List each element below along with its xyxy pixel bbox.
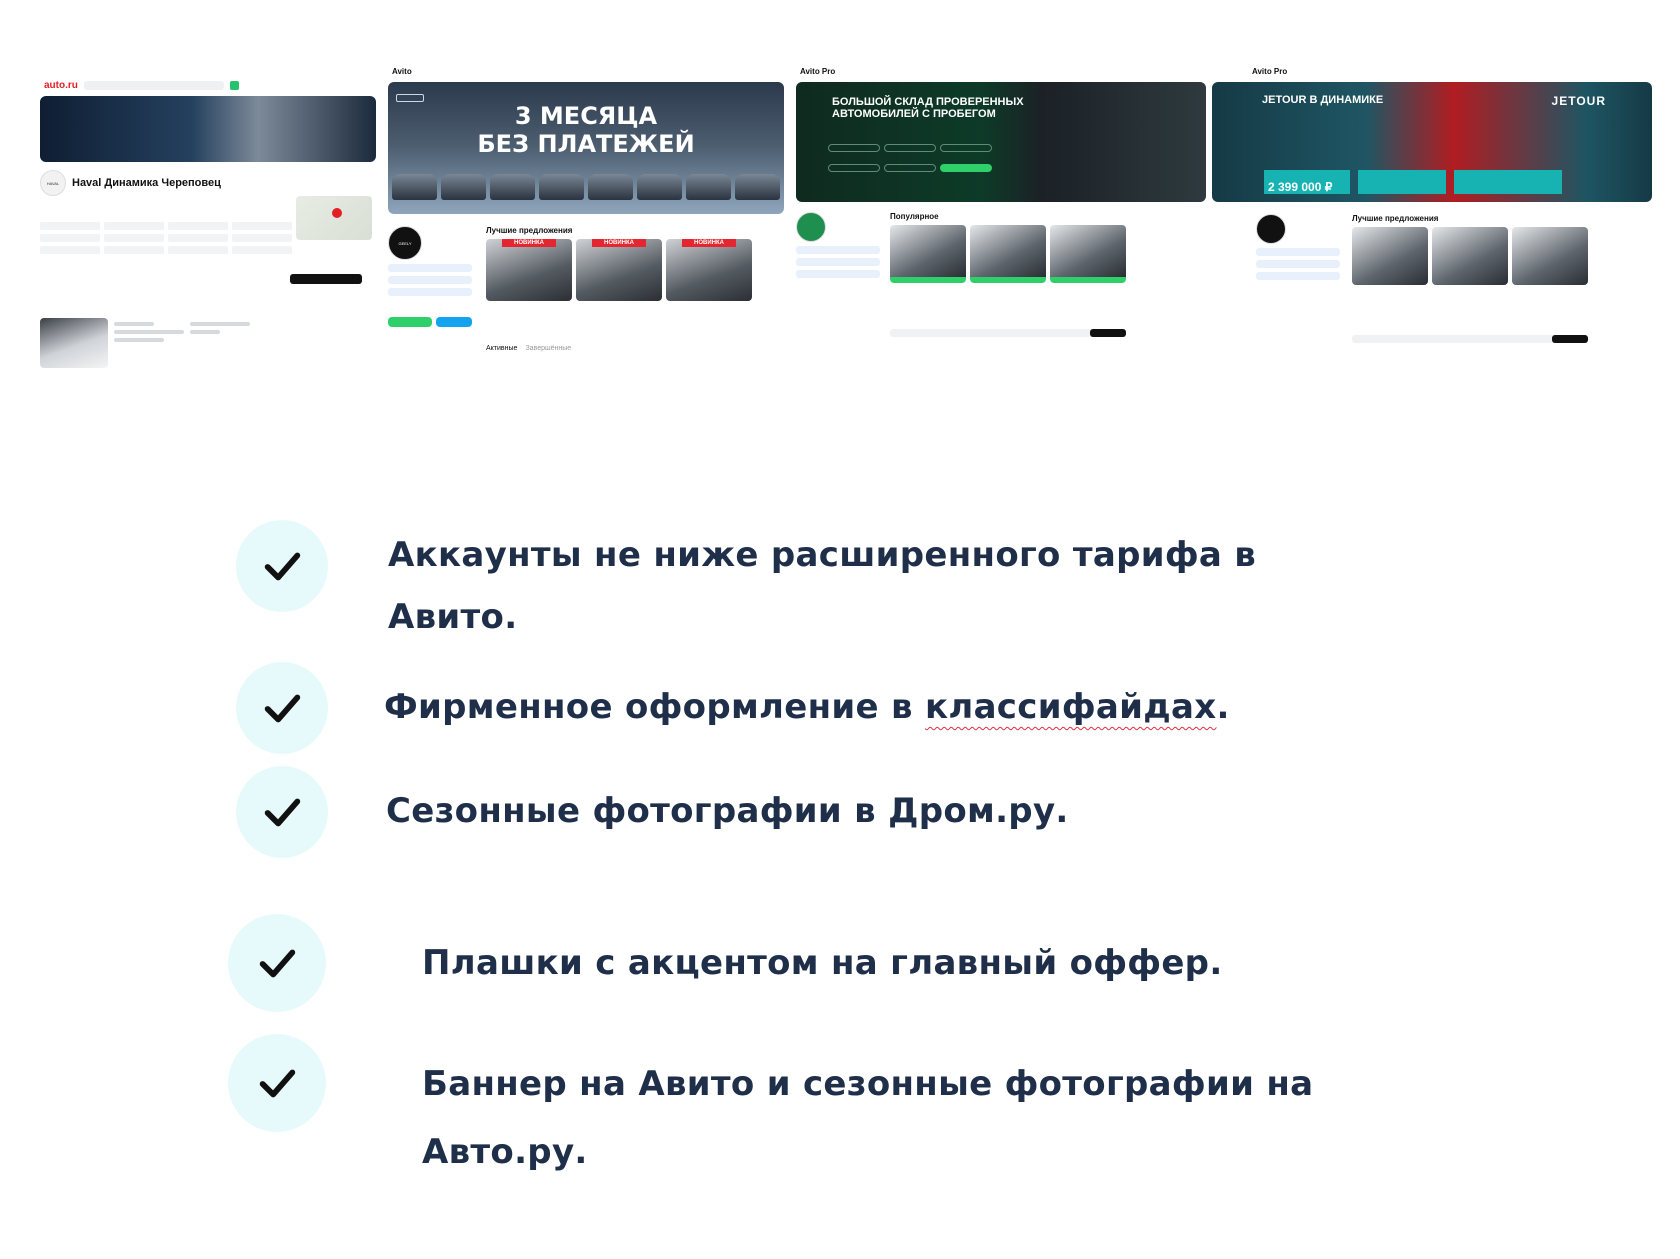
offer-card: НОВИНКА xyxy=(666,239,752,301)
avito-pro-logo-2: Avito Pro xyxy=(1252,66,1288,76)
jetour-brand: JETOUR xyxy=(1551,94,1606,108)
used-banner-title: БОЛЬШОЙ СКЛАД ПРОВЕРЕННЫХ АВТОМОБИЛЕЙ С … xyxy=(832,96,1024,120)
autoru-dealer-name: Haval Динамика Череповец xyxy=(72,177,221,189)
checklist-item-2-tail: . xyxy=(1216,687,1230,727)
jetour-price-tag: 2 399 000 ₽ xyxy=(1264,170,1350,194)
avito-call-button xyxy=(436,317,472,327)
offer-card: НОВИНКА xyxy=(576,239,662,301)
checklist-item-5-line2: Авто.ру. xyxy=(422,1132,588,1172)
autoru-topbar: auto.ru xyxy=(40,78,376,92)
geely-cars-lineup xyxy=(392,174,780,200)
checkmark-icon xyxy=(236,766,328,858)
jetour-banner-title: JETOUR В ДИНАМИКЕ xyxy=(1262,94,1384,106)
used-cars-banner: БОЛЬШОЙ СКЛАД ПРОВЕРЕННЫХ АВТОМОБИЛЕЙ С … xyxy=(796,82,1206,202)
tab-active: Активные xyxy=(486,345,518,352)
geely-banner-line1: 3 МЕСЯЦА xyxy=(514,102,658,130)
autoru-logo: auto.ru xyxy=(44,79,78,91)
geely-banner-line2: БЕЗ ПЛАТЕЖЕЙ xyxy=(477,130,695,158)
autoru-green-icon xyxy=(229,80,239,90)
used-search-strip xyxy=(890,329,1126,337)
screenshot-avito-pro-used: Avito Pro БОЛЬШОЙ СКЛАД ПРОВЕРЕННЫХ АВТО… xyxy=(796,64,1206,414)
geely-best-offers-title: Лучшие предложения xyxy=(486,226,573,235)
screenshot-avito-pro-jetour: Avito Pro JETOUR В ДИНАМИКЕ JETOUR 2 399… xyxy=(1212,64,1652,414)
jetour-dealer-avatar xyxy=(1256,214,1286,244)
autoru-map xyxy=(296,196,372,240)
geely-tabs: Активные Завершённые xyxy=(486,345,752,352)
avito-geely-banner: 3 МЕСЯЦА БЕЗ ПЛАТЕЖЕЙ xyxy=(388,82,784,214)
tab-done: Завершённые xyxy=(525,345,572,352)
checklist-item-1-line1: Аккаунты не ниже расширенного тарифа в xyxy=(388,535,1257,575)
checkmark-icon xyxy=(236,662,328,754)
checklist-item-4-text: Плашки с акцентом на главный оффер. xyxy=(422,943,1223,983)
checklist-item-1: Аккаунты не ниже расширенного тарифа в А… xyxy=(0,520,1680,637)
checkmark-icon xyxy=(236,520,328,612)
checkmark-icon xyxy=(228,914,326,1012)
checklist-item-4: Плашки с акцентом на главный оффер. xyxy=(0,914,1680,1014)
avito-write-button xyxy=(388,317,432,327)
geely-offers: НОВИНКА НОВИНКА НОВИНКА xyxy=(486,239,752,301)
avito-pro-logo: Avito Pro xyxy=(800,66,836,76)
used-popular-title: Популярное xyxy=(890,212,939,221)
autoru-dealer-avatar: HAVAL xyxy=(40,170,66,196)
jetour-banner: JETOUR В ДИНАМИКЕ JETOUR 2 399 000 ₽ xyxy=(1212,82,1652,202)
autoru-listing xyxy=(40,318,250,368)
screenshot-avito-geely: Avito 3 МЕСЯЦА БЕЗ ПЛАТЕЖЕЙ GEELY Лучшие… xyxy=(388,64,784,404)
jetour-search-strip xyxy=(1352,335,1588,343)
autoru-search xyxy=(83,80,224,90)
checkmark-icon xyxy=(228,1034,326,1132)
used-dealer-avatar xyxy=(796,212,826,242)
screenshot-autoru: auto.ru HAVAL Haval Динамика Череповец xyxy=(40,78,376,404)
checklist-item-2: Фирменное оформление в классифайдах. xyxy=(0,662,1680,762)
checklist-item-1-line2: Авито. xyxy=(388,597,518,637)
autoru-show-button xyxy=(290,274,362,284)
autoru-hero-image xyxy=(40,96,376,162)
autoru-car-photo xyxy=(40,318,108,368)
checklist-item-5: Баннер на Авито и сезонные фотографии на… xyxy=(0,1034,1680,1174)
map-pin-icon xyxy=(332,208,342,218)
avito-logo: Avito xyxy=(392,66,412,76)
checklist-item-2-text: Фирменное оформление в xyxy=(384,687,925,727)
checklist-item-3: Сезонные фотографии в Дром.ру. xyxy=(0,766,1680,866)
checklist-item-3-text: Сезонные фотографии в Дром.ру. xyxy=(386,791,1069,831)
geely-dealer-avatar: GEELY xyxy=(388,226,422,260)
autoru-dealer-row: HAVAL Haval Динамика Череповец xyxy=(40,170,376,196)
checklist-item-5-line1: Баннер на Авито и сезонные фотографии на xyxy=(422,1064,1314,1104)
checklist-item-2-underlined: классифайдах xyxy=(924,687,1217,727)
jetour-best-offers-title: Лучшие предложения xyxy=(1352,214,1439,223)
jetour-offers xyxy=(1352,227,1588,285)
geely-logo-icon xyxy=(396,94,424,102)
offer-card: НОВИНКА xyxy=(486,239,572,301)
used-popular-cars xyxy=(890,225,1126,283)
